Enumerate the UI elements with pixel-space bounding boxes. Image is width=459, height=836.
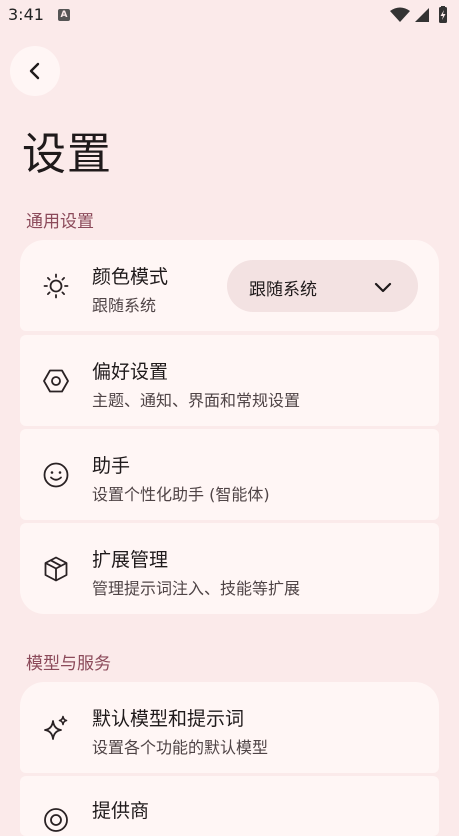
settings-item-title: 助手 [92,455,131,477]
section-header-models: 模型与服务 [26,654,111,674]
settings-item-title: 提供商 [92,800,150,822]
settings-item-subtitle: 管理提示词注入、技能等扩展 [92,579,301,598]
wifi-icon [390,7,410,22]
settings-item-title: 颜色模式 [92,266,169,288]
color-mode-dropdown[interactable]: 跟随系统 [227,260,418,312]
settings-item-color-mode[interactable]: 颜色模式 跟随系统 跟随系统 [20,240,439,331]
settings-item-subtitle: 跟随系统 [92,296,157,315]
sparkles-icon [42,714,70,742]
section-header-general: 通用设置 [26,212,94,232]
status-time: 3:41 [8,5,44,24]
back-arrow-icon [29,62,40,80]
settings-item-subtitle: 设置各个功能的默认模型 [92,738,269,757]
settings-item-provider[interactable]: 提供商 [20,776,439,836]
chevron-down-icon [374,282,392,293]
settings-item-extensions[interactable]: 扩展管理 管理提示词注入、技能等扩展 [20,523,439,614]
package-icon [42,555,70,583]
battery-icon [439,6,447,23]
settings-item-title: 偏好设置 [92,361,169,383]
back-button[interactable] [10,46,60,96]
settings-item-title: 默认模型和提示词 [92,708,245,730]
notification-icon: A [58,9,70,21]
status-bar: 3:41 A [0,0,459,32]
cellular-signal-icon [415,8,429,22]
settings-item-default-model[interactable]: 默认模型和提示词 设置各个功能的默认模型 [20,682,439,773]
settings-item-preferences[interactable]: 偏好设置 主题、通知、界面和常规设置 [20,335,439,426]
smiley-icon [42,461,70,489]
settings-item-subtitle: 主题、通知、界面和常规设置 [92,391,301,410]
hexagon-settings-icon [42,367,70,395]
dropdown-selected-value: 跟随系统 [249,280,317,300]
provider-icon [42,806,70,834]
page-title: 设置 [22,129,112,180]
settings-item-title: 扩展管理 [92,549,169,571]
status-icons [390,6,447,23]
settings-item-assistant[interactable]: 助手 设置个性化助手 (智能体) [20,429,439,520]
sun-icon [42,272,70,300]
settings-item-subtitle: 设置个性化助手 (智能体) [92,485,270,504]
